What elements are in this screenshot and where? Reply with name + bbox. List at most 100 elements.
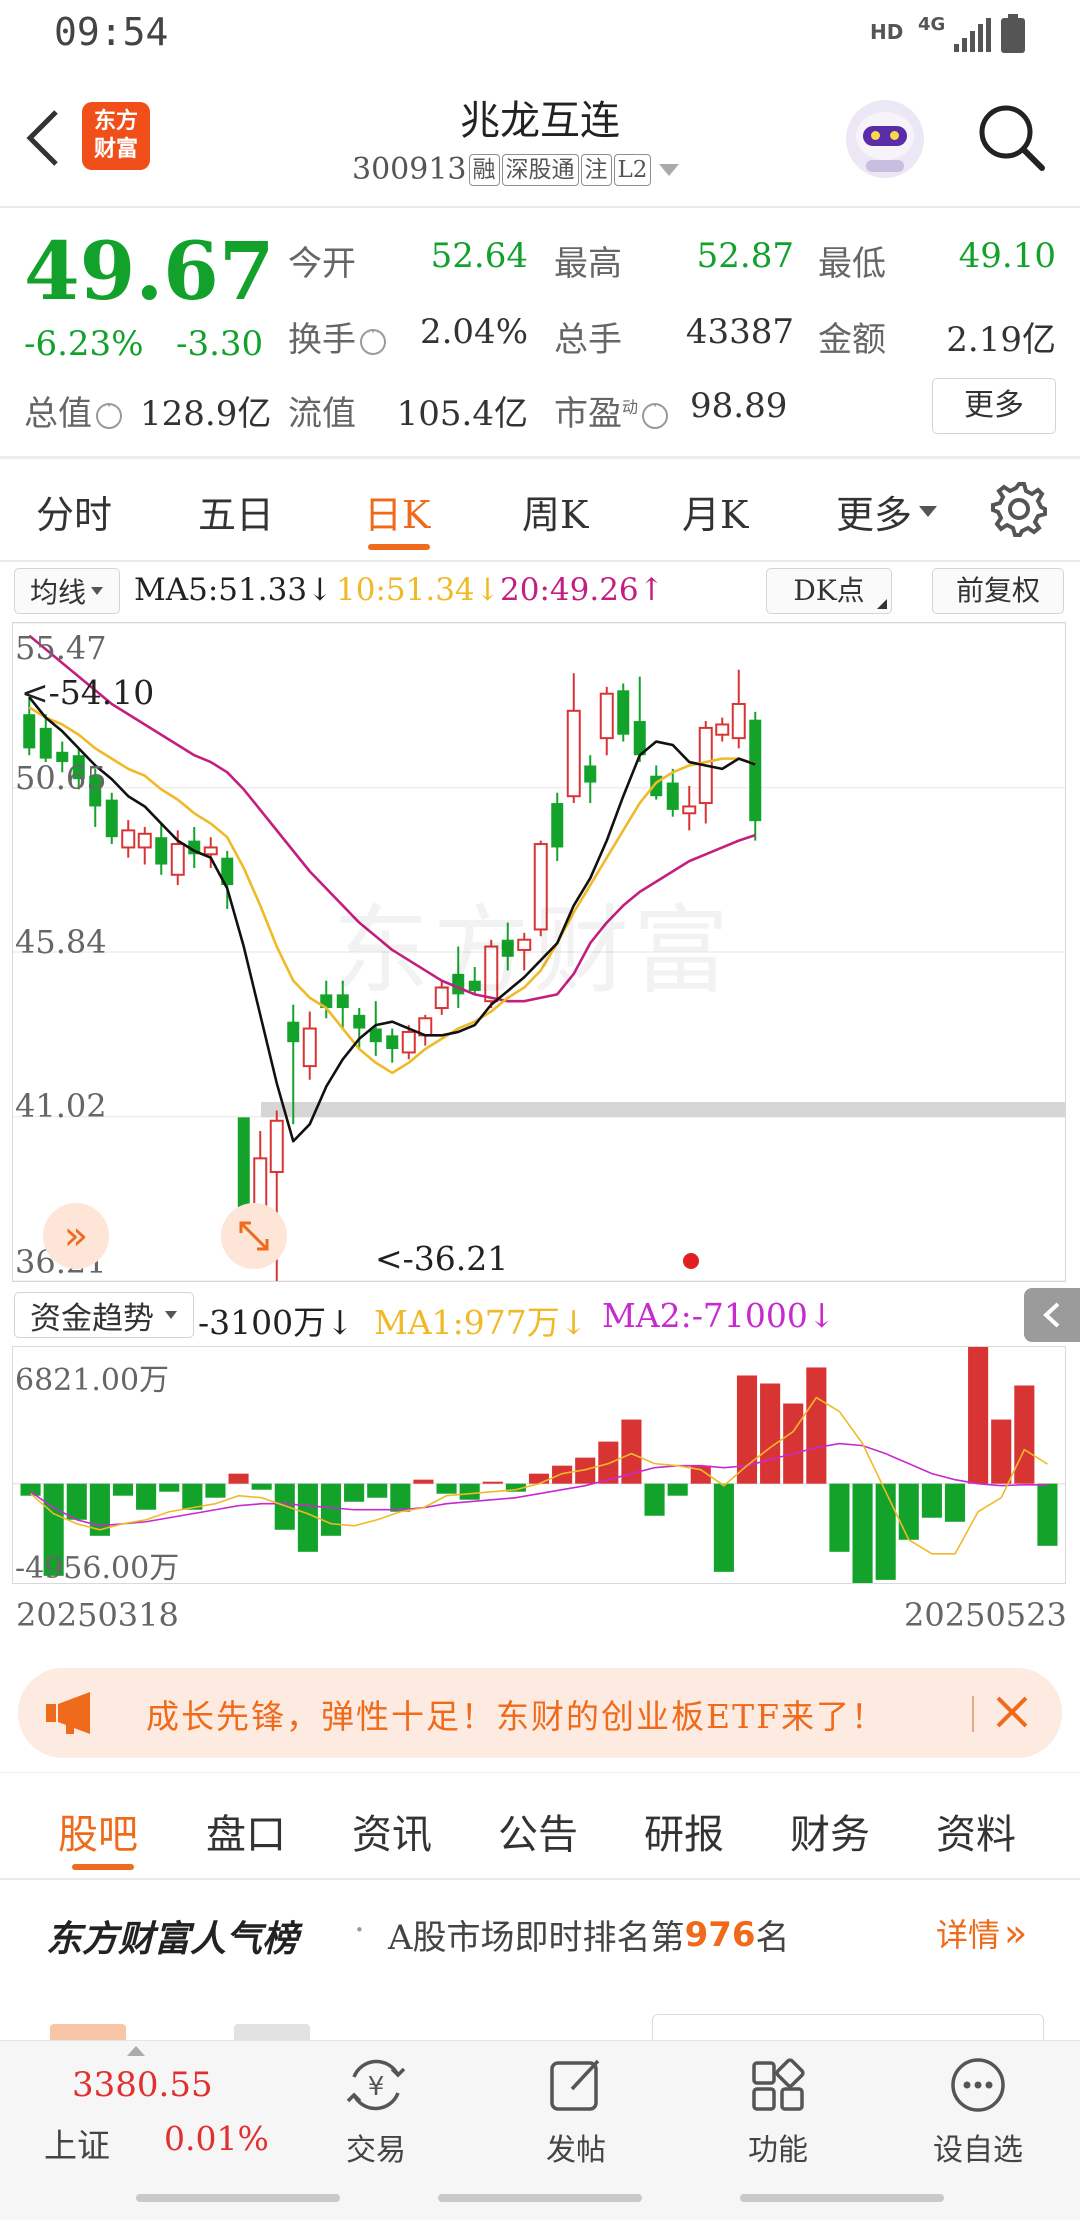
fullscreen-button[interactable] (221, 1203, 287, 1269)
tab-research[interactable]: 研报 (644, 1802, 724, 1860)
logo-line-2: 财富 (93, 137, 138, 162)
dot-separator: · (354, 1910, 365, 1950)
header: 东方 财富 兆龙互连 300913 融 深股通 注 L2 (0, 70, 1080, 206)
tab-announcements[interactable]: 公告 (498, 1802, 578, 1860)
inflow-bar (991, 1419, 1012, 1484)
ma20-readout: 20:49.26↑ (500, 572, 665, 608)
outflow-bar (274, 1483, 295, 1530)
popularity-rank: 976 (684, 1914, 756, 1955)
nav-post[interactable]: 发帖 (500, 2041, 652, 2177)
nav-functions-label: 功能 (748, 2133, 808, 2168)
indicator-selector[interactable]: 均线 (14, 568, 120, 614)
inflow-bar (806, 1367, 827, 1484)
gear-icon[interactable] (990, 480, 1048, 538)
price-adjust-button[interactable]: 前复权 (932, 568, 1064, 614)
bottom-nav: 3380.55 上证 0.01% ¥ 交易 发帖 功能 设自选 (0, 2040, 1080, 2177)
outflow-bar (944, 1483, 966, 1522)
tab-five-day[interactable]: 五日 (198, 484, 274, 539)
candle-body-up (203, 846, 218, 856)
outflow-bar (297, 1483, 318, 1552)
battery-icon (1001, 14, 1025, 53)
candle-body-up (566, 709, 581, 798)
stock-code-line: 300913 融 深股通 注 L2 (352, 152, 681, 187)
hd-indicator: HD (870, 20, 904, 44)
tab-weekly-k[interactable]: 周K (522, 484, 588, 539)
candle-body-up (715, 723, 730, 736)
kline-chart[interactable]: 东方财富 55.47 50.65 45.84 41.02 36.21 <-54.… (12, 622, 1066, 1282)
triangle-down-icon[interactable] (657, 162, 681, 178)
svg-text:¥: ¥ (368, 2072, 385, 2102)
nav-trade[interactable]: ¥ 交易 (300, 2041, 452, 2177)
more-button[interactable]: 更多 (932, 378, 1056, 434)
info-dots-icon[interactable] (360, 322, 386, 355)
float-label: 流值 (288, 394, 356, 434)
period-tabs: 分时 五日 日K 周K 月K 更多 (0, 460, 1080, 560)
signal-dot[interactable] (683, 1253, 699, 1269)
double-chevron-icon: » (1004, 1911, 1028, 1955)
tab-guba[interactable]: 股吧 (58, 1802, 138, 1860)
nav-functions[interactable]: 功能 (702, 2041, 854, 2177)
index-name: 上证 (44, 2126, 110, 2165)
inflow-bar (760, 1383, 781, 1484)
tab-monthly-k[interactable]: 月K (682, 484, 748, 539)
outflow-bar (829, 1483, 850, 1552)
tab-news[interactable]: 资讯 (352, 1802, 432, 1860)
outflow-bar (667, 1483, 688, 1496)
outflow-bar (66, 1483, 87, 1520)
low-label: 最低 (818, 244, 886, 284)
nav-add-watchlist[interactable]: 设自选 (902, 2041, 1054, 2177)
index-widget[interactable]: 3380.55 上证 0.01% (0, 2041, 280, 2177)
inflow-bar (413, 1479, 434, 1484)
tag-connect: 深股通 (501, 153, 579, 186)
ma10-readout: 10:51.34↓ (336, 572, 501, 608)
promo-banner[interactable]: 成长先锋，弹性十足！东财的创业板ETF来了！ (18, 1668, 1062, 1758)
candle-body-up (137, 832, 152, 849)
amount-value: 2.19亿 (946, 320, 1056, 360)
outflow-bar (898, 1483, 919, 1540)
chevron-left-icon[interactable] (22, 108, 62, 168)
outflow-bar (136, 1483, 157, 1510)
more-dots-icon (951, 2058, 1005, 2112)
partial-section-stub (0, 2010, 1080, 2040)
turnover-value: 2.04% (419, 312, 528, 352)
app-logo[interactable]: 东方 财富 (82, 102, 150, 170)
chevron-left-icon (1043, 1302, 1060, 1328)
popularity-detail-link[interactable]: 详情 » (936, 1910, 1027, 1956)
dk-point-button[interactable]: DK点 (766, 568, 892, 614)
expand-left-button[interactable]: » (43, 1203, 109, 1269)
change-amount: -3.30 (176, 324, 264, 364)
tab-daily-k[interactable]: 日K (364, 484, 430, 539)
close-icon[interactable] (992, 1692, 1032, 1732)
outflow-bar (852, 1483, 873, 1583)
robot-avatar[interactable] (846, 100, 924, 178)
tag-l2: L2 (613, 153, 652, 186)
collapse-side-button[interactable] (1024, 1288, 1080, 1342)
outflow-bar (459, 1483, 480, 1500)
high-label: 最高 (554, 244, 622, 284)
outflow-bar (251, 1483, 272, 1490)
popularity-row[interactable]: 东方财富人气榜 · A股市场即时排名第 976 名 详情 » (0, 1880, 1080, 1990)
search-icon[interactable] (976, 102, 1048, 174)
candle-body-down (551, 803, 564, 848)
stock-code: 300913 (352, 152, 467, 187)
candle-body-down (749, 719, 762, 822)
info-dots-icon[interactable] (642, 396, 669, 429)
candle-body-down (666, 782, 679, 810)
fund-indicator-selector[interactable]: 资金趋势 (14, 1292, 194, 1338)
float-value: 105.4亿 (396, 394, 528, 434)
mktcap-value: 128.9亿 (140, 394, 272, 434)
inflow-bar (228, 1473, 249, 1484)
fund-y-top: 6821.00万 (15, 1363, 170, 1398)
tab-more[interactable]: 更多 (836, 484, 938, 539)
tab-intraday[interactable]: 分时 (36, 484, 112, 539)
info-dots-icon[interactable] (96, 396, 122, 429)
ma-info-bar: 均线 MA5:51.33↓ 10:51.34↓ 20:49.26↑ DK点 前复… (0, 562, 1080, 620)
tab-financials[interactable]: 财务 (790, 1802, 870, 1860)
candle-body-up (731, 702, 746, 740)
tab-profile[interactable]: 资料 (936, 1802, 1016, 1860)
candle-body-up (682, 805, 697, 815)
index-change: 0.01% (164, 2119, 269, 2158)
tab-market-depth[interactable]: 盘口 (206, 1802, 286, 1860)
fund-flow-chart[interactable]: 6821.00万 -4956.00万 (12, 1346, 1066, 1586)
candle-body-down (287, 1021, 300, 1043)
